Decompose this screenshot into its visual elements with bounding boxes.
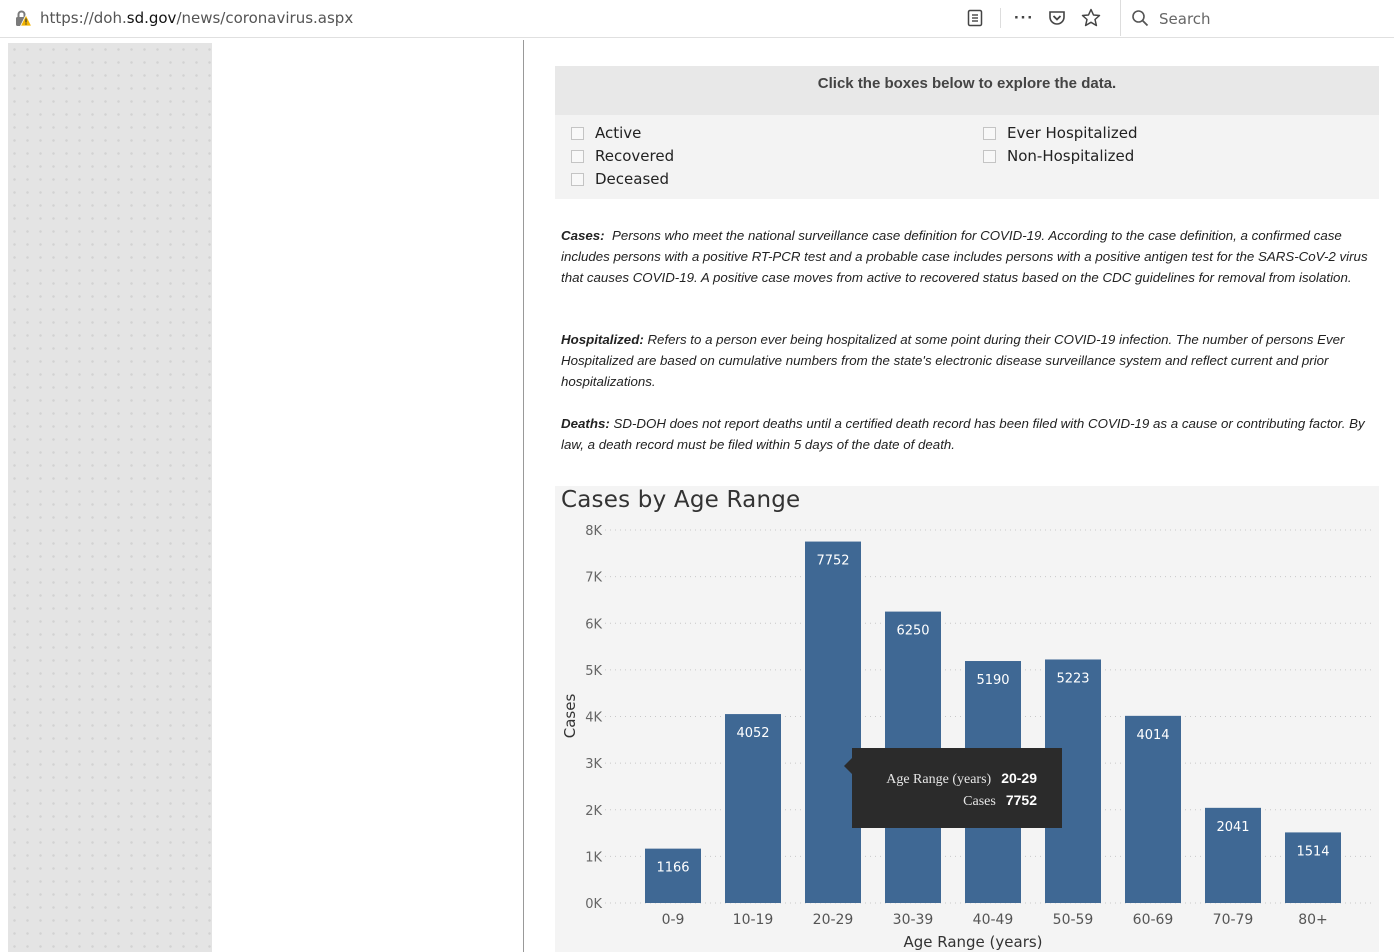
bar-data-label: 4052 xyxy=(736,726,769,741)
column-divider xyxy=(523,40,524,952)
filter-label: Recovered xyxy=(595,147,675,165)
x-axis-title: Age Range (years) xyxy=(903,933,1042,951)
address-bar[interactable]: https://doh.sd.gov/news/coronavirus.aspx xyxy=(40,9,353,27)
cases-term: Cases: xyxy=(561,228,605,243)
url-domain: sd.gov xyxy=(126,9,177,27)
x-tick-label: 40-49 xyxy=(973,912,1014,928)
bar-data-label: 7752 xyxy=(816,554,849,569)
checkbox[interactable] xyxy=(571,149,584,163)
page-actions-more-icon[interactable]: ··· xyxy=(1013,7,1035,29)
y-tick-label: 0K xyxy=(585,897,602,912)
filter-panel: Active Recovered Deceased Ever Hospitali… xyxy=(555,115,1379,199)
y-tick-label: 5K xyxy=(585,664,602,679)
y-tick-label: 4K xyxy=(585,711,602,726)
y-tick-label: 3K xyxy=(585,757,602,772)
bar[interactable] xyxy=(645,848,701,903)
tooltip-value: 20-29 xyxy=(1001,770,1037,786)
x-tick-label: 20-29 xyxy=(813,912,854,928)
tooltip-key: Age Range (years) xyxy=(886,772,992,787)
deaths-definition: Deaths: SD-DOH does not report deaths un… xyxy=(561,413,1369,455)
filter-label: Active xyxy=(595,124,642,142)
hospitalized-term: Hospitalized: xyxy=(561,332,644,347)
bar[interactable] xyxy=(725,714,781,903)
bar-data-label: 2041 xyxy=(1216,820,1249,835)
checkbox[interactable] xyxy=(983,149,996,163)
y-tick-label: 8K xyxy=(585,524,602,539)
filter-recovered[interactable]: Recovered xyxy=(571,146,674,166)
checkbox[interactable] xyxy=(571,126,584,140)
x-tick-label: 60-69 xyxy=(1133,912,1174,928)
deaths-term: Deaths: xyxy=(561,416,610,431)
y-tick-label: 2K xyxy=(585,804,602,819)
filter-label: Ever Hospitalized xyxy=(1007,124,1138,142)
browser-toolbar: https://doh.sd.gov/news/coronavirus.aspx… xyxy=(0,0,1394,38)
bar[interactable] xyxy=(1125,715,1181,903)
x-tick-label: 10-19 xyxy=(733,912,774,928)
y-axis-title: Cases xyxy=(561,694,579,739)
bar-data-label: 5223 xyxy=(1056,671,1089,686)
tooltip-key: Cases xyxy=(963,794,996,809)
cases-definition: Cases: Persons who meet the national sur… xyxy=(561,225,1369,288)
pocket-icon[interactable] xyxy=(1046,7,1068,29)
reader-view-icon[interactable] xyxy=(964,7,986,29)
filter-non-hospitalized[interactable]: Non-Hospitalized xyxy=(983,146,1134,166)
bar-data-label: 1166 xyxy=(656,861,689,876)
bookmark-star-icon[interactable] xyxy=(1080,7,1102,29)
tooltip-value: 7752 xyxy=(1005,792,1037,808)
bar[interactable] xyxy=(805,541,861,903)
deaths-text: SD-DOH does not report deaths until a ce… xyxy=(561,416,1365,452)
insecure-lock-icon[interactable] xyxy=(14,10,32,27)
x-tick-label: 30-39 xyxy=(893,912,934,928)
x-tick-label: 70-79 xyxy=(1213,912,1254,928)
hospitalized-definition: Hospitalized: Refers to a person ever be… xyxy=(561,329,1369,392)
left-pattern-background xyxy=(8,43,212,952)
chart-tooltip: Age Range (years) 20-29 Cases 7752 xyxy=(844,748,1062,828)
toolbar-separator xyxy=(1000,8,1001,28)
bar-data-label: 6250 xyxy=(896,624,929,639)
tooltip-row-age: Age Range (years) 20-29 xyxy=(886,770,1037,788)
bar[interactable] xyxy=(1285,832,1341,903)
y-tick-label: 6K xyxy=(585,617,602,632)
bar-data-label: 1514 xyxy=(1296,844,1329,859)
y-tick-label: 7K xyxy=(585,571,602,586)
x-tick-label: 0-9 xyxy=(662,912,685,928)
x-tick-label: 50-59 xyxy=(1053,912,1094,928)
y-tick-label: 1K xyxy=(585,850,602,865)
checkbox[interactable] xyxy=(983,126,996,140)
filter-label: Deceased xyxy=(595,170,670,188)
tooltip-row-cases: Cases 7752 xyxy=(963,792,1037,810)
chart-panel: Cases by Age Range 0K 1K 2K 3K 4K 5K 6K 7K 8K 116… xyxy=(555,486,1379,952)
url-prefix: https://doh. xyxy=(40,9,127,27)
cases-text: Persons who meet the national surveillan… xyxy=(561,228,1368,285)
filter-active[interactable]: Active xyxy=(571,123,641,143)
filter-ever-hospitalized[interactable]: Ever Hospitalized xyxy=(983,123,1138,143)
explore-header: Click the boxes below to explore the dat… xyxy=(555,66,1379,115)
url-path: /news/coronavirus.aspx xyxy=(176,9,354,27)
filter-label: Non-Hospitalized xyxy=(1007,147,1135,165)
x-tick-label: 80+ xyxy=(1298,912,1328,928)
bar-chart: 0K 1K 2K 3K 4K 5K 6K 7K 8K 1166 0-9 4052 10-19 7752 20… xyxy=(561,524,1373,951)
search-icon xyxy=(1132,10,1149,27)
search-box[interactable] xyxy=(1120,0,1394,36)
hospitalized-text: Refers to a person ever being hospitaliz… xyxy=(561,332,1345,389)
bar-data-label: 5190 xyxy=(976,673,1009,688)
search-input[interactable] xyxy=(1157,7,1381,31)
filter-deceased[interactable]: Deceased xyxy=(571,169,669,189)
checkbox[interactable] xyxy=(571,172,584,186)
bar-data-label: 4014 xyxy=(1136,728,1169,743)
